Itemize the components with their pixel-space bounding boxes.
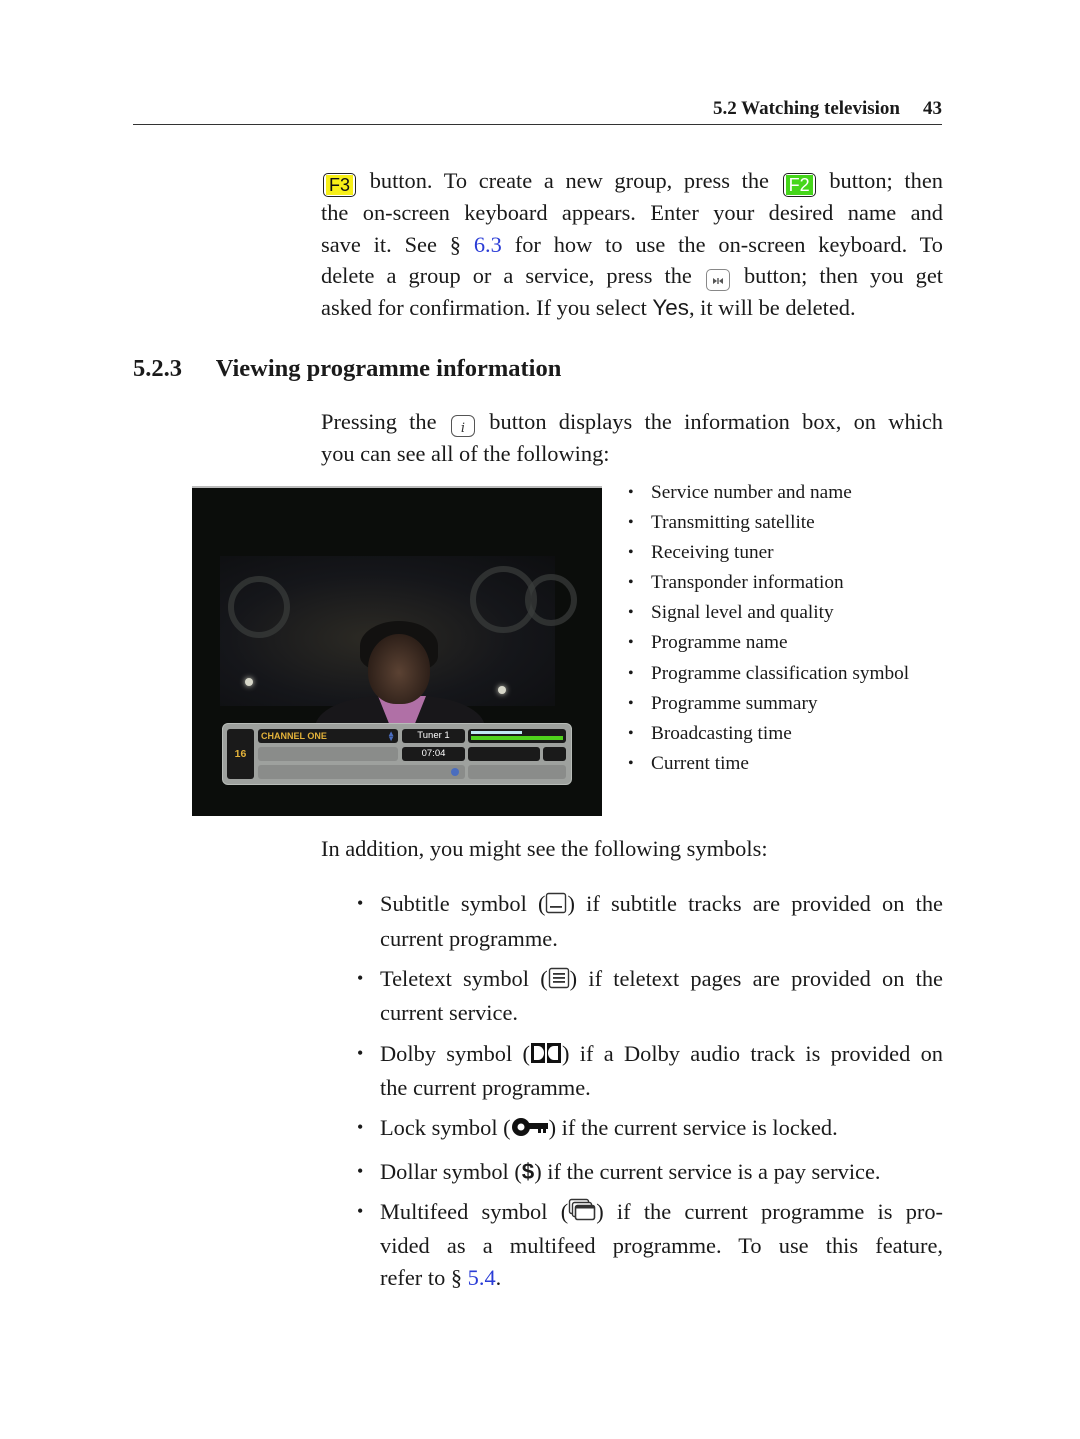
text: delete a group or a service, press the [321,263,692,288]
list-item: Subtitle symbol ( ) if subtitle tracks ar… [355,888,943,954]
text: ) if a Dolby audio track is provided on [562,1040,943,1066]
service-number: 16 [227,729,254,779]
text: the current programme. [380,1075,591,1101]
lock-key-icon [511,1115,549,1147]
light-decor [498,686,506,694]
text: asked for confirmation. If you select [321,294,647,320]
info-paragraph: Pressing the i button displays the infor… [321,406,943,469]
text: button; then you get [743,263,943,288]
text: save it. See § [321,231,461,257]
text: button displays the information box, on … [489,409,943,434]
broadcast-time-field [468,765,566,779]
list-item: Receiving tuner [628,538,909,568]
running-header: 5.2 Watching television 43 [133,98,942,125]
list-item: Programme classification symbol [628,659,909,689]
list-item: Service number and name [628,478,909,508]
yes-option-label: Yes [652,294,689,320]
channel-name-text: CHANNEL ONE [261,731,327,741]
list-item: Programme summary [628,689,909,719]
dolby-icon [530,1041,562,1073]
programme-name-field [258,765,465,779]
section-number: 5.2.3 [133,355,182,382]
section-link-6-3[interactable]: 6.3 [474,232,502,257]
channel-name: CHANNEL ONE ▲ ▼ [258,729,398,743]
text: Subtitle symbol ( [380,891,546,916]
text: Teletext symbol ( [380,965,548,991]
info-items-list: Service number and name Transmitting sat… [628,478,909,779]
signal-level-bar [471,731,522,734]
info-key-icon: i [450,415,475,437]
text: current service. [380,1000,518,1026]
section-link-5-4[interactable]: 5.4 [468,1265,496,1290]
signal-bars [468,729,566,743]
text: Pressing the [321,409,437,434]
text: Dollar symbol ( [380,1158,522,1184]
text: the on-screen keyboard appears. Enter yo… [321,200,943,225]
list-item: Dollar symbol ($) if the current service… [355,1156,943,1188]
text: . [495,1264,502,1290]
text: current programme. [380,925,558,951]
text: ) if the current service is a pay servic… [534,1158,881,1184]
list-item: Signal level and quality [628,598,909,628]
f2-key-icon: F2 [782,173,816,197]
tv-screenshot: 16 CHANNEL ONE ▲ ▼ Tuner 1 07:04 [192,486,602,816]
dollar-icon: $ [521,1158,535,1184]
text: In addition, you might see the following… [321,836,768,861]
multifeed-icon [568,1198,596,1231]
teletext-icon [548,966,570,998]
signal-quality-bar [471,736,563,740]
text: button; then [829,168,943,193]
tuner-label: Tuner 1 [402,729,465,743]
text: Dolby symbol ( [380,1040,530,1066]
up-down-arrows-icon: ▲ ▼ [387,729,395,743]
symbol-field [543,747,566,761]
transponder-field [468,747,540,761]
text: ) if the current service is locked. [548,1115,838,1141]
subtitle-icon [545,891,567,923]
text: Multifeed symbol ( [380,1198,569,1224]
info-box-osd: 16 CHANNEL ONE ▲ ▼ Tuner 1 07:04 [222,723,572,785]
light-decor [245,678,253,686]
symbols-list: Subtitle symbol ( ) if subtitle tracks ar… [355,888,943,1302]
list-item: Lock symbol ( ) if the current service is… [355,1112,943,1147]
text: refer to § [380,1264,463,1290]
text: ) if the current programme is pro- [596,1198,943,1224]
intro-paragraph: F3 button. To create a new group, press … [321,165,943,323]
text: for how to use the on-screen keyboard. T… [514,231,943,257]
page-number: 43 [923,98,942,119]
film-reel-decor [228,576,290,638]
section-heading: 5.2.3 Viewing programme information [133,355,561,383]
current-time: 07:04 [402,747,465,761]
list-item: Programme name [628,628,909,658]
f3-key-icon: F3 [323,173,357,197]
section-title: Viewing programme information [215,355,562,382]
list-item: Transmitting satellite [628,508,909,538]
text: ) if subtitle tracks are provided on the [567,891,943,916]
text: vided as a multifeed programme. To use t… [380,1233,943,1259]
info-icon [451,768,459,776]
symbols-intro: In addition, you might see the following… [321,833,943,865]
list-item: Teletext symbol ( ) if teletext pages are… [355,963,943,1029]
list-item: Broadcasting time [628,719,909,749]
text: button. To create a new group, press the [369,168,769,193]
delete-key-icon [705,269,730,291]
list-item: Multifeed symbol ( ) if the current progr… [355,1196,943,1294]
text: you can see all of the following: [321,440,610,466]
list-item: Dolby symbol ( ) if a Dolby audio track i… [355,1038,943,1104]
list-item: Current time [628,749,909,779]
film-reel-decor [525,574,577,626]
running-header-title: 5.2 Watching television [712,98,900,119]
list-item: Transponder information [628,568,909,598]
satellite-field [258,747,398,761]
video-frame [220,556,577,776]
text: , it will be deleted. [688,294,856,320]
person-head [368,634,430,704]
text: ) if teletext pages are provided on the [569,965,943,991]
text: Lock symbol ( [380,1115,511,1141]
